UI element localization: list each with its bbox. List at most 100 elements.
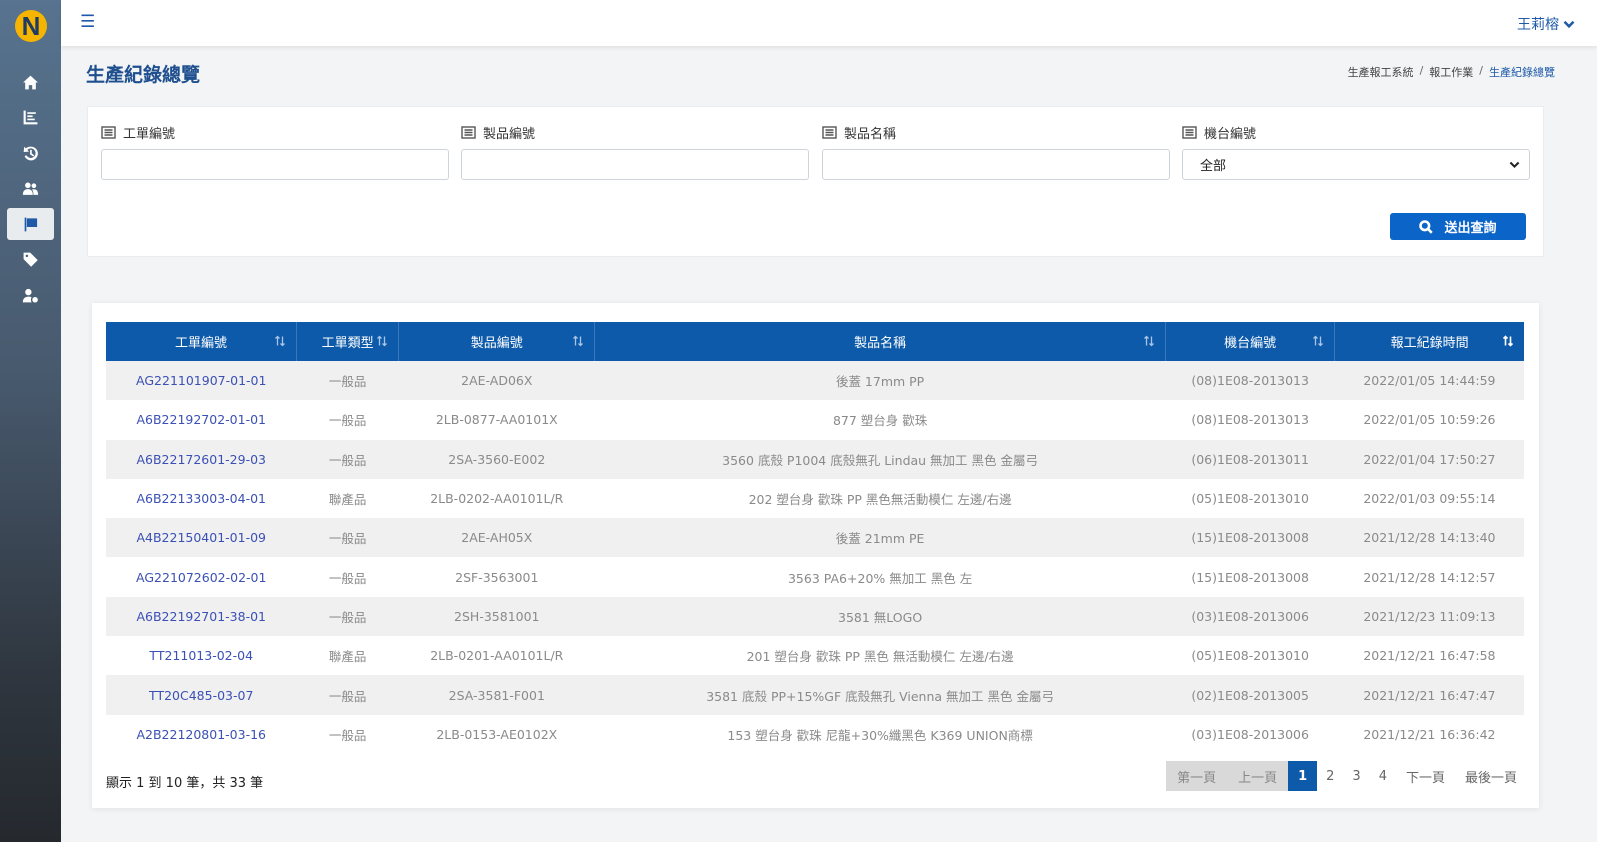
sidebar-item-user-settings[interactable] [7,279,54,311]
record-time-cell: 2022/01/04 17:50:27 [1334,439,1524,479]
table-row: A2B22120801-03-16 一般品 2LB-0153-AE0102X 1… [106,715,1524,754]
work-order-link[interactable]: AG221072602-02-01 [106,557,296,596]
column-header-order-type[interactable]: 工單類型 [296,322,400,361]
column-header-product-name[interactable]: 製品名稱 [594,322,1166,361]
logo-letter: N [21,11,41,41]
user-menu[interactable]: 王莉榕 [1517,14,1575,34]
breadcrumb-separator: / [1419,64,1424,77]
list-icon [461,125,476,139]
machine-no-cell: (08)1E08-2013013 [1165,361,1335,401]
sidebar-item-tag[interactable] [7,243,54,275]
sidebar-item-users[interactable] [7,172,54,204]
work-order-link[interactable]: A2B22120801-03-16 [106,715,296,754]
machine-no-cell: (15)1E08-2013008 [1191,569,1309,585]
table-row: TT211013-02-04 聯產品 2LB-0201-AA0101L/R 20… [106,636,1524,675]
column-header-machine-no[interactable]: 機台編號 [1165,322,1336,361]
page-button-4[interactable]: 4 [1370,761,1396,791]
page-button-3[interactable]: 3 [1343,761,1369,791]
page-title: 生產紀錄總覽 [86,64,201,86]
machine-no-cell: (02)1E08-2013005 [1165,675,1335,715]
sidebar-item-history[interactable] [7,137,54,169]
work-order-filter: 工單編號 [101,123,449,180]
product-no-cell: 2AE-AD06X [398,361,595,401]
chart-icon [23,110,38,124]
order-type-cell: 一般品 [296,596,399,637]
history-icon [23,146,38,160]
product-no-input[interactable] [461,149,809,180]
column-header-work-order[interactable]: 工單編號 [106,322,297,361]
chevron-down-icon [1563,20,1575,29]
table-row: AG221101907-01-01 一般品 2AE-AD06X 後蓋 17mm … [106,361,1524,401]
product-no-cell: 2SA-3560-E002 [398,439,595,479]
order-type-cell: 一般品 [296,675,399,715]
work-order-link[interactable]: AG221101907-01-01 [106,361,297,401]
list-icon [101,125,116,139]
column-header-record-time[interactable]: 報工紀錄時間 [1334,322,1524,361]
work-order-link[interactable]: TT211013-02-04 [106,636,296,675]
sidebar-item-chart[interactable] [7,101,54,133]
product-no-label: 製品編號 [483,126,536,142]
page-button-1[interactable]: 1 [1288,761,1318,791]
product-no-cell: 2SA-3581-F001 [398,675,595,715]
flag-icon [24,217,38,231]
first-page-button[interactable]: 第一頁 [1166,761,1228,791]
breadcrumb: 生產報工系統 / 報工作業 / 生產紀錄總覽 [1348,64,1555,80]
app-logo[interactable]: N [15,10,47,42]
column-header-product-no[interactable]: 製品編號 [398,322,596,361]
machine-filter: 機台編號 全部 [1182,123,1530,180]
product-name-cell: 後蓋 17mm PP [594,361,1166,401]
breadcrumb-item-operations[interactable]: 報工作業 [1429,64,1473,80]
product-name-cell: 後蓋 21mm PE [594,518,1166,558]
record-time-cell: 2021/12/21 16:36:42 [1363,726,1496,742]
machine-no-cell: (03)1E08-2013006 [1191,726,1309,742]
prev-page-button[interactable]: 上一頁 [1227,761,1289,791]
table-row: AG221072602-02-01 一般品 2SF-3563001 3563 P… [106,557,1524,596]
sidebar-item-flag[interactable] [7,208,54,240]
order-type-cell: 聯產品 [328,649,367,665]
record-time-cell: 2021/12/21 16:47:58 [1363,648,1496,664]
submit-query-button[interactable]: 送出查詢 [1390,213,1526,240]
product-name-label: 製品名稱 [844,126,897,142]
work-order-link[interactable]: A4B22150401-01-09 [106,518,297,558]
order-type-cell: 一般品 [328,727,367,743]
work-order-link[interactable]: A6B22133003-04-01 [106,479,296,518]
next-page-button[interactable]: 下一頁 [1396,761,1455,791]
last-page-button[interactable]: 最後一頁 [1455,761,1527,791]
machine-label: 機台編號 [1204,126,1257,142]
page-button-2[interactable]: 2 [1317,761,1343,791]
work-order-input[interactable] [101,149,449,180]
user-gear-icon [22,288,38,303]
machine-no-cell: (03)1E08-2013006 [1165,596,1335,637]
order-type-cell: 一般品 [296,361,399,401]
product-no-cell: 2LB-0201-AA0101L/R [430,648,564,664]
product-name-cell: 153 塑台身 歡珠 尼龍+30%纖黑色 K369 UNION商標 [727,727,1033,743]
pagination: 第一頁 上一頁 1 2 3 4 下一頁 最後一頁 [1166,761,1527,791]
work-order-link[interactable]: TT20C485-03-07 [106,675,297,715]
sidebar-item-home[interactable] [7,66,54,98]
search-icon [1419,219,1434,234]
sidebar: N [0,0,61,842]
sort-icon [572,335,584,347]
product-no-cell: 2LB-0877-AA0101X [435,412,558,428]
tag-icon [23,252,38,267]
record-time-cell: 2022/01/05 14:44:59 [1334,361,1524,401]
table-row: A6B22133003-04-01 聯產品 2LB-0202-AA0101L/R… [106,479,1524,518]
user-name: 王莉榕 [1517,17,1559,33]
product-no-cell: 2AE-AH05X [398,518,595,558]
filter-panel: 工單編號 製品編號 製品名稱 機台編號 全部 送出查詢 [87,106,1544,257]
order-type-cell: 一般品 [296,518,399,558]
machine-select[interactable]: 全部 [1182,149,1530,180]
hamburger-menu-icon[interactable]: ☰ [80,14,95,31]
work-order-link[interactable]: A6B22192702-01-01 [106,400,296,439]
product-name-input[interactable] [822,149,1170,180]
product-name-cell: 3581 無LOGO [594,596,1166,637]
record-time-cell: 2022/01/03 09:55:14 [1363,491,1496,507]
users-icon [22,182,39,195]
work-order-link[interactable]: A6B22192701-38-01 [106,596,297,637]
product-name-cell: 202 塑台身 歡珠 PP 黑色無活動模仁 左邊/右邊 [748,492,1012,508]
breadcrumb-item-system[interactable]: 生產報工系統 [1348,64,1414,80]
product-name-cell: 3581 底殼 PP+15%GF 底殼無孔 Vienna 無加工 黑色 金屬弓 [594,675,1166,715]
sort-icon [1143,335,1155,347]
work-order-link[interactable]: A6B22172601-29-03 [106,439,297,479]
table-summary: 顯示 1 到 10 筆，共 33 筆 [106,776,264,791]
